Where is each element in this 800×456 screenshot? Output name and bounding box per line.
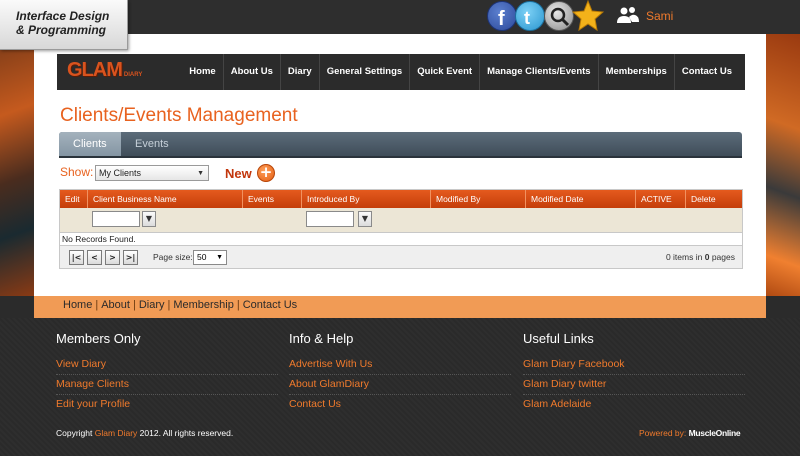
footer-link-manage-clients[interactable]: Manage Clients <box>56 375 278 395</box>
footer-nav-home[interactable]: Home <box>63 299 92 311</box>
column-delete: Delete <box>685 190 742 208</box>
footer-link-contact-us[interactable]: Contact Us <box>289 395 511 415</box>
grid-pager: |< < > >| Page size: 50 ▼ 0 items in 0 p… <box>60 245 742 268</box>
footer-nav-membership[interactable]: Membership <box>173 299 234 311</box>
show-label: Show: <box>60 165 94 179</box>
column-active[interactable]: ACTIVE <box>635 190 685 208</box>
tab-clients[interactable]: Clients <box>59 132 121 156</box>
footer-link-glam-adelaide[interactable]: Glam Adelaide <box>523 395 745 415</box>
footer-link-about-glamdiary[interactable]: About GlamDiary <box>289 375 511 395</box>
username-link[interactable]: Sami <box>646 9 673 23</box>
nav-contact-us[interactable]: Contact Us <box>673 54 739 90</box>
facebook-icon[interactable]: f <box>487 1 517 31</box>
powered-by: Powered by: MuscleOnline <box>639 428 741 438</box>
items-count: 0 <box>665 252 671 262</box>
copyright-prefix: Copyright <box>56 428 93 438</box>
corner-label: Interface Design & Programming <box>0 0 128 50</box>
chevron-down-icon: ▼ <box>216 254 223 261</box>
page-info: 0 items in 0 pages <box>666 252 735 262</box>
footer-column-title: Info & Help <box>289 331 354 346</box>
search-icon[interactable] <box>544 1 574 31</box>
page-size-label: Page size: <box>153 252 193 262</box>
page-size-dropdown[interactable]: 50 ▼ <box>193 250 227 265</box>
footer-link-twitter[interactable]: Glam Diary twitter <box>523 375 745 395</box>
page-title: Clients/Events Management <box>60 105 298 126</box>
page-size-value: 50 <box>197 252 207 262</box>
nav-quick-event[interactable]: Quick Event <box>409 54 479 90</box>
introduced-by-filter-input[interactable] <box>306 211 354 227</box>
background-left <box>0 34 34 296</box>
nav-about-us[interactable]: About Us <box>222 54 280 90</box>
background-right <box>766 34 800 296</box>
no-records-text: No Records Found. <box>62 234 136 244</box>
footer-column-info: Info & Help Advertise With Us About Glam… <box>289 331 511 415</box>
footer-nav-diary[interactable]: Diary <box>139 299 165 311</box>
footer-link-view-diary[interactable]: View Diary <box>56 355 278 375</box>
nav-home[interactable]: Home <box>182 54 222 90</box>
filter-row: ▼ ▼ <box>60 208 742 233</box>
column-events[interactable]: Events <box>242 190 301 208</box>
nav-memberships[interactable]: Memberships <box>597 54 674 90</box>
svg-text:f: f <box>498 8 505 30</box>
column-client-business-name[interactable]: Client Business Name <box>87 190 242 208</box>
footer-column-useful-links: Useful Links Glam Diary Facebook Glam Di… <box>523 331 745 415</box>
client-name-filter-input[interactable] <box>92 211 140 227</box>
items-text: items in <box>673 252 703 262</box>
pages-count: 0 <box>704 252 710 262</box>
add-icon[interactable]: + <box>257 164 275 182</box>
chevron-down-icon: ▼ <box>197 170 204 177</box>
footer-link-facebook[interactable]: Glam Diary Facebook <box>523 355 745 375</box>
site-logo[interactable]: GLAM DIARY <box>67 59 142 82</box>
svg-text:t: t <box>524 8 530 28</box>
tab-events[interactable]: Events <box>121 132 183 156</box>
nav-general-settings[interactable]: General Settings <box>318 54 410 90</box>
column-introduced-by[interactable]: Introduced By <box>301 190 430 208</box>
star-icon[interactable] <box>572 0 604 32</box>
tab-strip: Clients Events <box>59 132 742 158</box>
next-page-button[interactable]: > <box>105 250 120 265</box>
footer-column-title: Members Only <box>56 331 141 346</box>
footer-column-members: Members Only View Diary Manage Clients E… <box>56 331 278 415</box>
footer-column-title: Useful Links <box>523 331 594 346</box>
footer-nav-about[interactable]: About <box>101 299 130 311</box>
footer-link-edit-profile[interactable]: Edit your Profile <box>56 395 278 415</box>
copyright-link[interactable]: Glam Diary <box>95 428 138 438</box>
column-modified-date[interactable]: Modified Date <box>525 190 635 208</box>
main-navbar: GLAM DIARY Home About Us Diary General Se… <box>57 54 745 90</box>
show-dropdown[interactable]: My Clients ▼ <box>95 165 209 181</box>
nav-diary[interactable]: Diary <box>279 54 319 90</box>
show-dropdown-value: My Clients <box>99 168 142 178</box>
powered-by-brand[interactable]: MuscleOnline <box>689 428 741 438</box>
corner-label-line2: & Programming <box>16 23 107 37</box>
new-label[interactable]: New <box>225 166 252 181</box>
corner-label-line1: Interface Design <box>16 9 110 23</box>
filter-icon[interactable]: ▼ <box>358 211 372 227</box>
copyright: Copyright Glam Diary 2012. All rights re… <box>56 428 233 438</box>
users-icon <box>617 7 639 23</box>
pages-text: pages <box>711 252 735 262</box>
footer-nav-contact-us[interactable]: Contact Us <box>243 299 297 311</box>
filter-icon[interactable]: ▼ <box>142 211 156 227</box>
nav-manage-clients-events[interactable]: Manage Clients/Events <box>479 54 597 90</box>
last-page-button[interactable]: >| <box>123 250 138 265</box>
twitter-icon[interactable]: t <box>515 1 545 31</box>
column-modified-by[interactable]: Modified By <box>430 190 525 208</box>
clients-grid: Edit Client Business Name Events Introdu… <box>59 189 743 269</box>
copyright-suffix: 2012. All rights reserved. <box>139 428 234 438</box>
column-edit: Edit <box>65 194 80 204</box>
prev-page-button[interactable]: < <box>87 250 102 265</box>
footer-link-advertise[interactable]: Advertise With Us <box>289 355 511 375</box>
footer-nav: Home | About | Diary | Membership | Contact Us <box>63 299 298 311</box>
first-page-button[interactable]: |< <box>69 250 84 265</box>
grid-header: Edit Client Business Name Events Introdu… <box>60 190 742 208</box>
powered-by-prefix: Powered by: <box>639 428 687 438</box>
